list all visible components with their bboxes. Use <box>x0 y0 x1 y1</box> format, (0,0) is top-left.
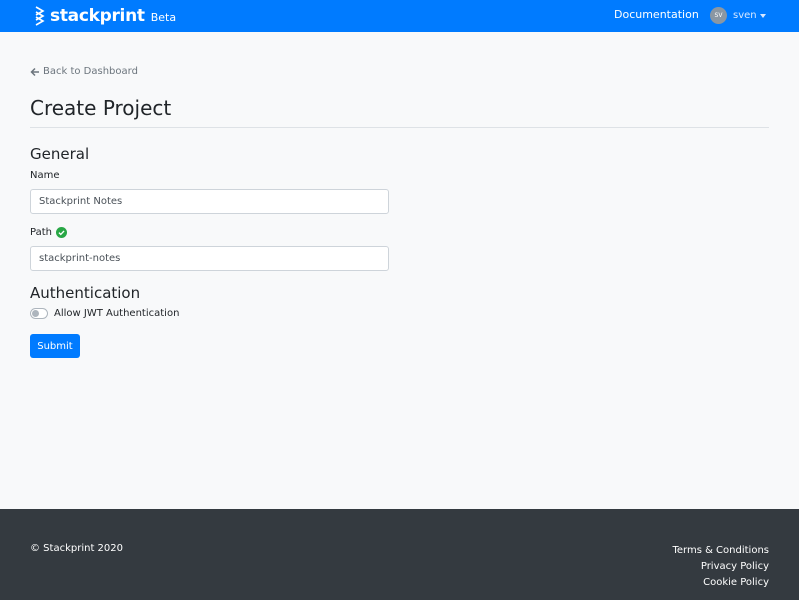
back-link-label: Back to Dashboard <box>43 66 138 77</box>
top-navbar: stackprint Beta Documentation SV sven <box>0 0 799 32</box>
submit-button[interactable]: Submit <box>30 334 80 358</box>
stackprint-logo-icon <box>35 6 45 26</box>
name-input[interactable] <box>30 189 389 214</box>
beta-badge: Beta <box>150 10 177 24</box>
jwt-toggle-row: Allow JWT Authentication <box>30 308 179 319</box>
authentication-heading: Authentication <box>30 284 141 302</box>
title-divider <box>30 127 769 128</box>
jwt-authentication-toggle[interactable] <box>30 308 48 319</box>
brand-link[interactable]: stackprint Beta <box>34 6 176 26</box>
path-label: Path <box>30 227 67 238</box>
page-title: Create Project <box>30 96 172 120</box>
back-to-dashboard-link[interactable]: Back to Dashboard <box>30 66 138 77</box>
avatar: SV <box>710 7 727 24</box>
copyright-text: © Stackprint 2020 <box>30 543 123 554</box>
chevron-down-icon <box>759 13 766 18</box>
toggle-knob <box>32 310 39 317</box>
name-label-text: Name <box>30 170 60 181</box>
footer-links: Terms & Conditions Privacy Policy Cookie… <box>672 543 769 591</box>
user-menu-toggle[interactable]: SV sven <box>710 7 766 24</box>
jwt-toggle-label[interactable]: Allow JWT Authentication <box>54 308 179 319</box>
arrow-left-icon <box>30 67 39 76</box>
check-circle-icon <box>55 227 67 238</box>
terms-link[interactable]: Terms & Conditions <box>672 543 769 559</box>
general-heading: General <box>30 145 90 163</box>
footer: © Stackprint 2020 Terms & Conditions Pri… <box>0 509 799 600</box>
user-name: sven <box>733 10 757 21</box>
brand-name: stackprint <box>50 6 145 26</box>
cookie-policy-link[interactable]: Cookie Policy <box>703 575 769 591</box>
name-label: Name <box>30 170 60 181</box>
documentation-link[interactable]: Documentation <box>614 8 699 21</box>
path-input[interactable] <box>30 246 389 271</box>
privacy-policy-link[interactable]: Privacy Policy <box>701 559 769 575</box>
path-label-text: Path <box>30 227 52 238</box>
